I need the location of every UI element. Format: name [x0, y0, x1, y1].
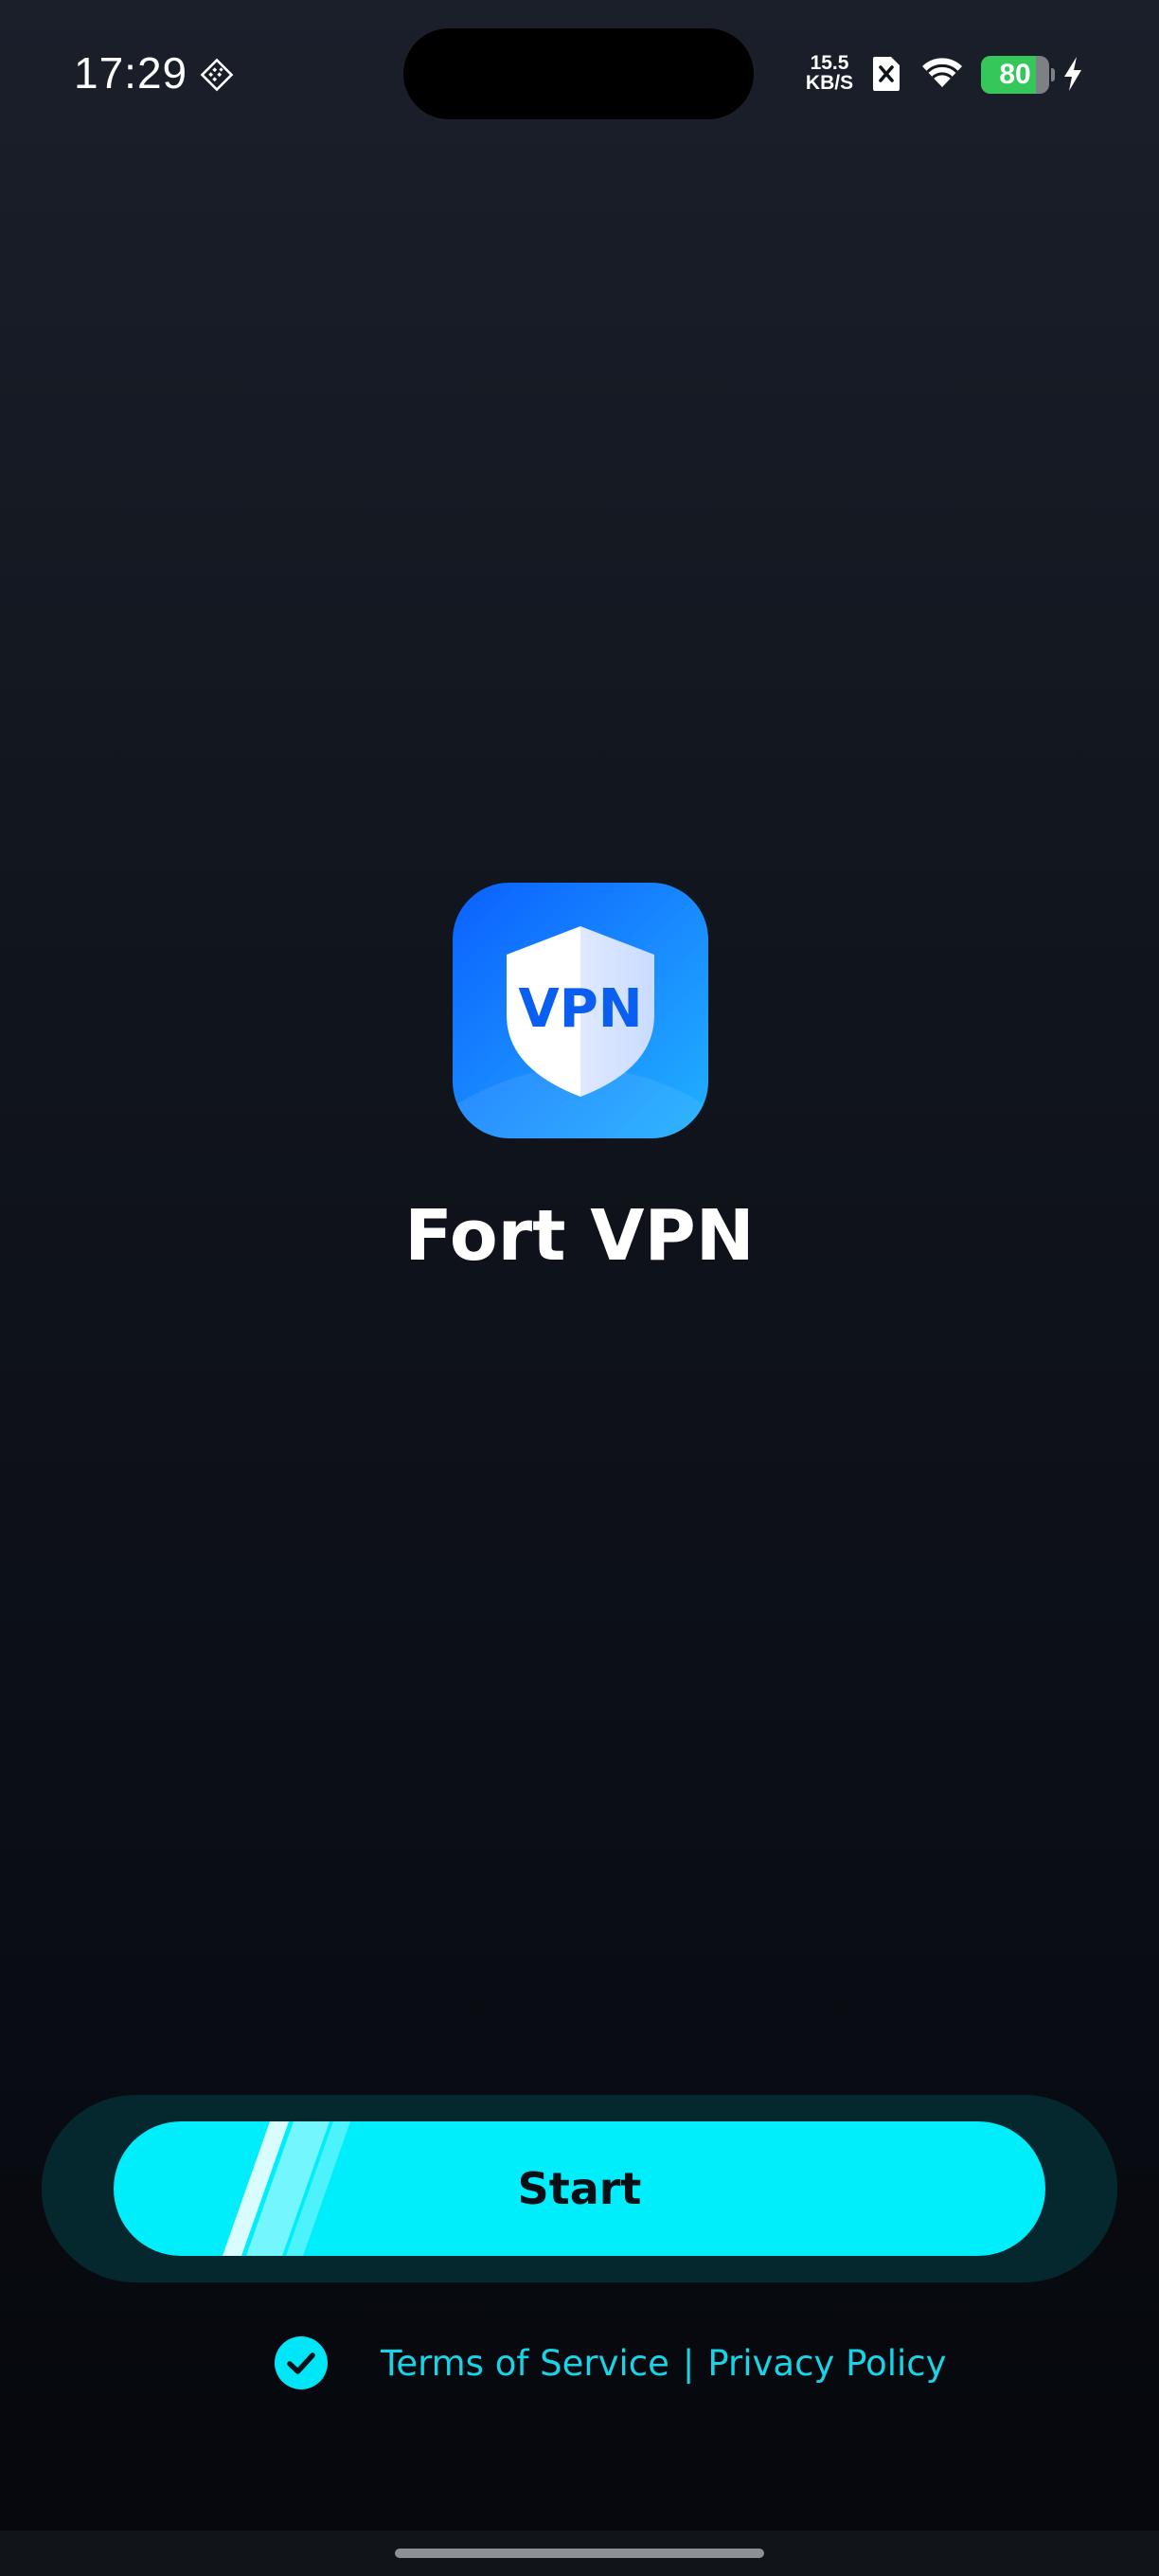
status-time: 17:29	[74, 48, 188, 98]
legal-separator: |	[682, 2343, 695, 2384]
network-speed-value: 15.5	[810, 52, 849, 74]
charging-bolt-icon	[1064, 57, 1081, 91]
sim-card-off-icon	[873, 57, 900, 91]
camera-island	[401, 27, 756, 121]
consent-checkbox[interactable]	[275, 2336, 328, 2389]
battery-nub	[1051, 68, 1055, 81]
notification-badge-icon	[200, 58, 234, 92]
home-indicator[interactable]	[395, 2549, 764, 2558]
battery-level: 80	[999, 59, 1031, 90]
checkmark-icon	[287, 2352, 315, 2374]
terms-of-service-link[interactable]: Terms of Service	[381, 2339, 669, 2388]
app-logo: VPN	[453, 883, 708, 1138]
shield-icon: VPN	[453, 926, 708, 1138]
battery-body: 80	[981, 56, 1049, 94]
privacy-policy-link[interactable]: Privacy Policy	[707, 2339, 946, 2388]
network-speed-unit: KB/S	[805, 72, 854, 94]
legal-links: Terms of Service | Privacy Policy	[381, 2339, 947, 2388]
status-bar: 17:29 15.5 KB/S 80	[0, 0, 1159, 152]
logo-text: VPN	[518, 978, 642, 1040]
battery-icon: 80	[981, 56, 1055, 94]
network-speed: 15.5 KB/S	[801, 53, 858, 93]
wifi-icon	[922, 58, 962, 87]
start-button-label: Start	[517, 2163, 642, 2214]
start-button[interactable]: Start	[114, 2121, 1045, 2256]
app-name: Fort VPN	[404, 1195, 755, 1277]
